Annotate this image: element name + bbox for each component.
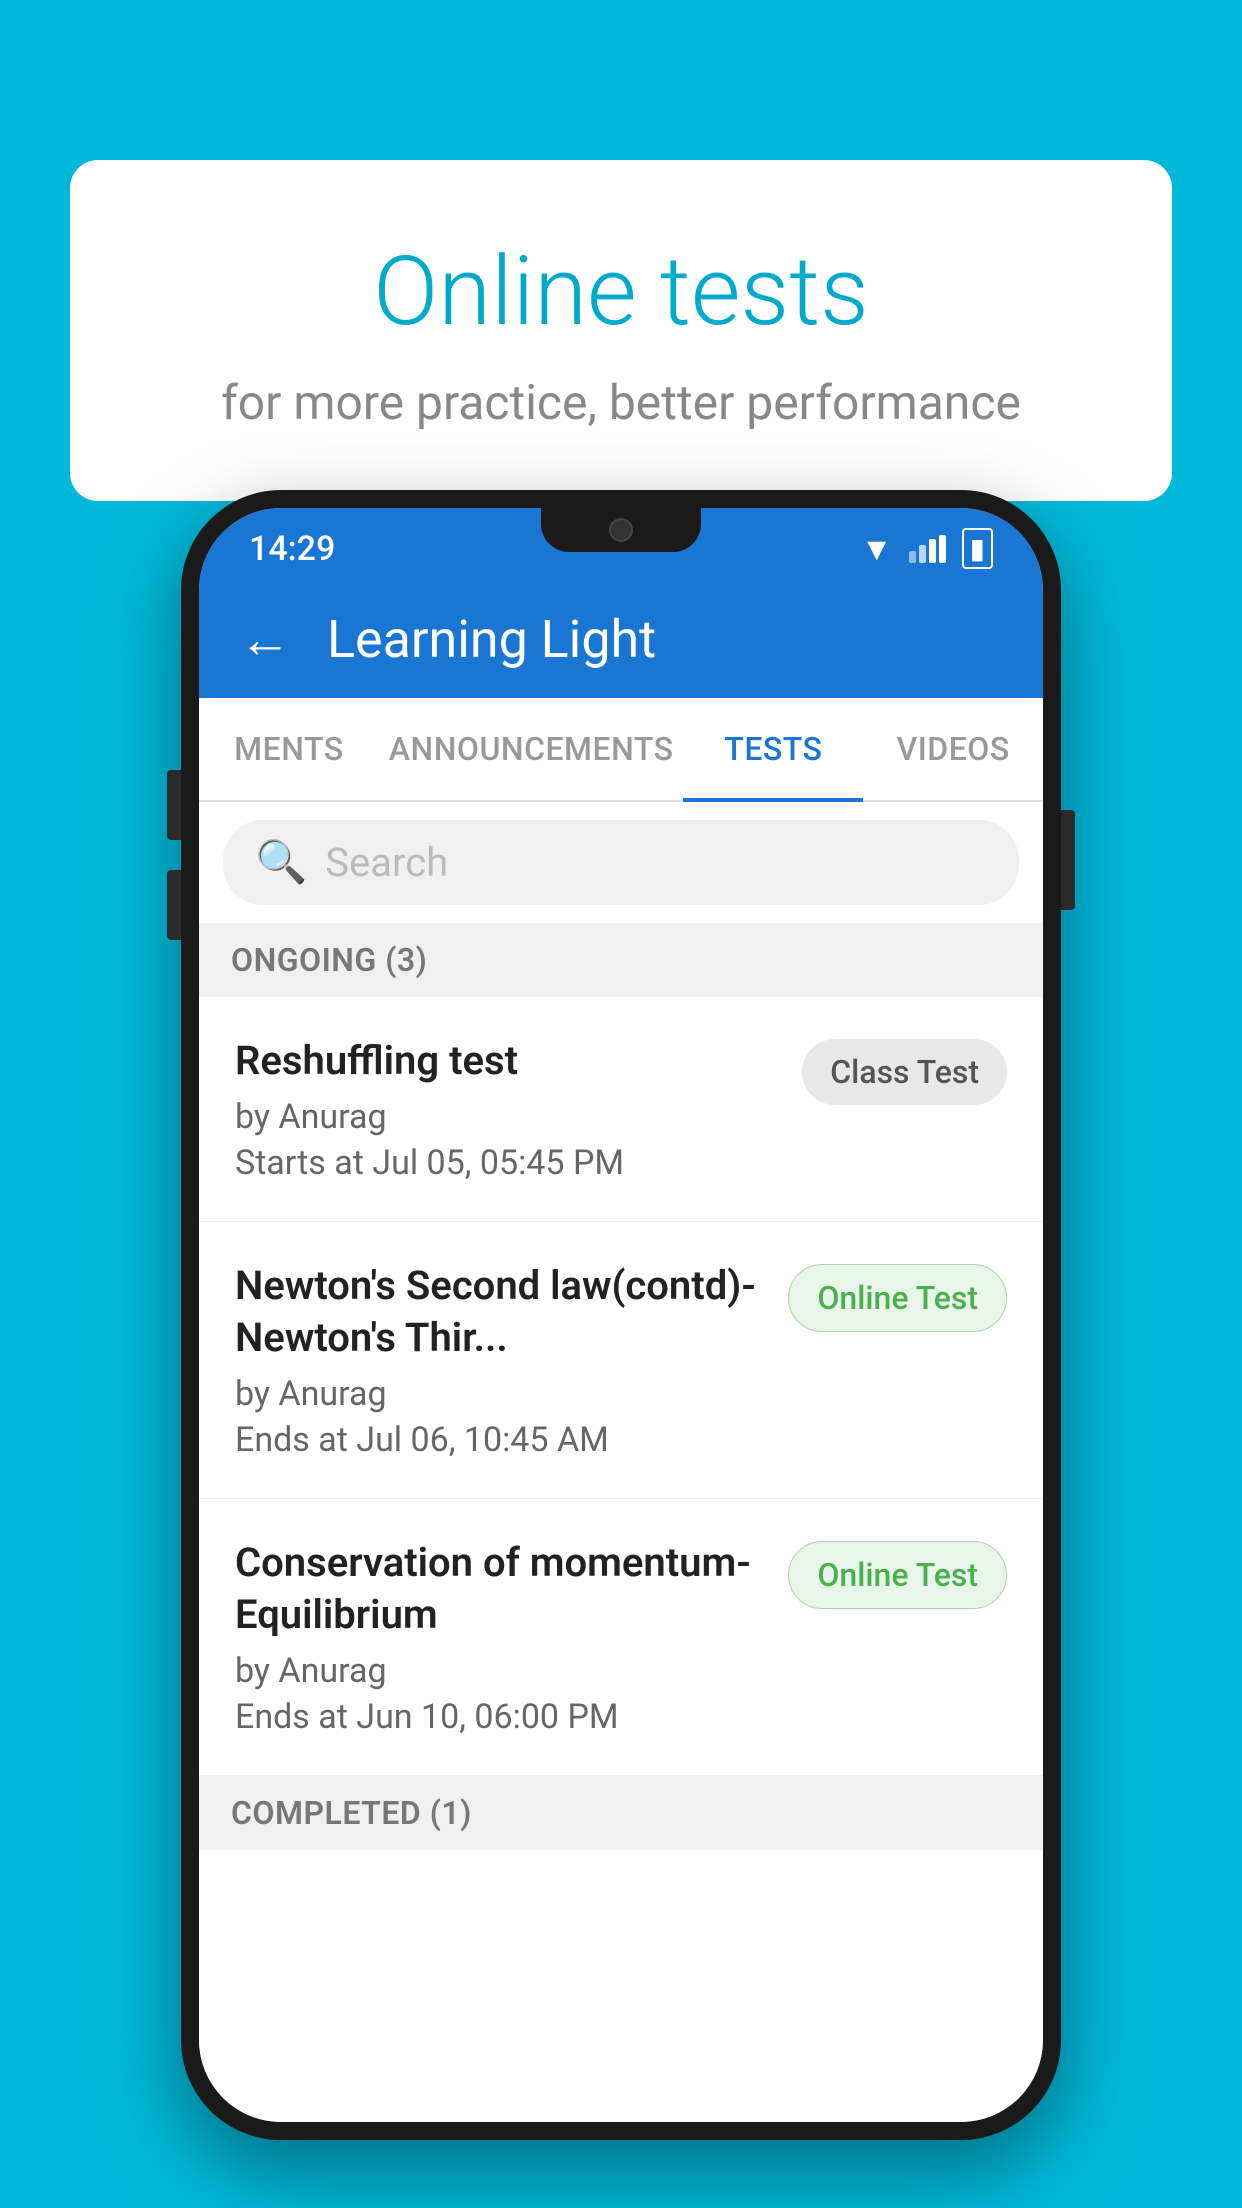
status-icons: ▼ ▮ [861, 528, 993, 569]
app-bar-title: Learning Light [327, 609, 656, 670]
test-time: Ends at Jul 06, 10:45 AM [235, 1420, 768, 1460]
app-bar: ← Learning Light [199, 581, 1043, 698]
test-info: Newton's Second law(contd)-Newton's Thir… [235, 1260, 768, 1460]
tab-ments[interactable]: MENTS [199, 698, 379, 800]
completed-section-label: COMPLETED (1) [199, 1776, 1043, 1850]
test-name: Reshuffling test [235, 1035, 782, 1087]
tabs-bar: MENTS ANNOUNCEMENTS TESTS VIDEOS [199, 698, 1043, 802]
battery-icon: ▮ [962, 528, 993, 569]
speech-bubble-container: Online tests for more practice, better p… [70, 160, 1172, 501]
test-time: Starts at Jul 05, 05:45 PM [235, 1143, 782, 1183]
ongoing-section-label: ONGOING (3) [199, 923, 1043, 997]
wifi-icon: ▼ [861, 530, 893, 568]
search-bar: 🔍 Search [199, 802, 1043, 923]
phone-mockup: 14:29 ▼ ▮ ← Learning Light [181, 490, 1061, 2140]
tab-announcements[interactable]: ANNOUNCEMENTS [379, 698, 684, 800]
tab-videos[interactable]: VIDEOS [863, 698, 1043, 800]
test-info: Conservation of momentum-Equilibrium by … [235, 1537, 768, 1737]
test-info: Reshuffling test by Anurag Starts at Jul… [235, 1035, 782, 1183]
volume-down-button [167, 870, 181, 940]
back-button[interactable]: ← [239, 614, 291, 666]
search-input[interactable]: Search [325, 839, 448, 886]
signal-icon [909, 535, 946, 563]
search-icon: 🔍 [255, 838, 307, 887]
search-input-wrapper[interactable]: 🔍 Search [223, 820, 1019, 905]
status-time: 14:29 [249, 529, 335, 569]
front-camera [609, 518, 633, 542]
test-author: by Anurag [235, 1374, 768, 1414]
test-item[interactable]: Newton's Second law(contd)-Newton's Thir… [199, 1222, 1043, 1499]
test-item[interactable]: Reshuffling test by Anurag Starts at Jul… [199, 997, 1043, 1222]
speech-bubble: Online tests for more practice, better p… [70, 160, 1172, 501]
phone-frame: 14:29 ▼ ▮ ← Learning Light [181, 490, 1061, 2140]
phone-notch [541, 508, 701, 552]
test-time: Ends at Jun 10, 06:00 PM [235, 1697, 768, 1737]
bubble-subtitle: for more practice, better performance [130, 374, 1112, 431]
test-badge: Class Test [802, 1039, 1007, 1105]
test-name: Newton's Second law(contd)-Newton's Thir… [235, 1260, 768, 1364]
volume-up-button [167, 770, 181, 840]
test-badge: Online Test [788, 1264, 1007, 1332]
test-item[interactable]: Conservation of momentum-Equilibrium by … [199, 1499, 1043, 1776]
power-button [1061, 810, 1075, 910]
test-author: by Anurag [235, 1097, 782, 1137]
tab-tests[interactable]: TESTS [683, 698, 863, 800]
test-author: by Anurag [235, 1651, 768, 1691]
test-name: Conservation of momentum-Equilibrium [235, 1537, 768, 1641]
test-badge: Online Test [788, 1541, 1007, 1609]
test-list: Reshuffling test by Anurag Starts at Jul… [199, 997, 1043, 2122]
bubble-title: Online tests [130, 240, 1112, 346]
phone-screen: 14:29 ▼ ▮ ← Learning Light [199, 508, 1043, 2122]
